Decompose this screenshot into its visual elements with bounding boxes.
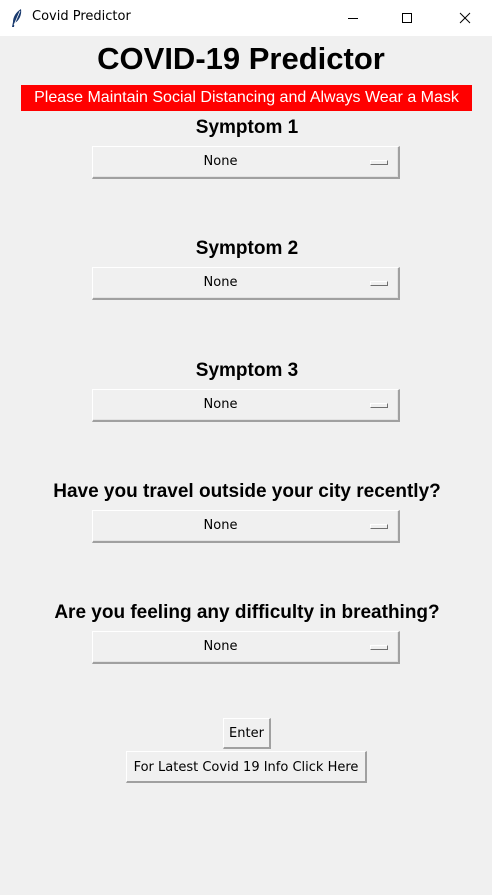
maximize-button[interactable] [384,0,430,36]
dropdown-indicator-icon [370,524,388,529]
dropdown-value: None [203,154,238,169]
close-icon [459,9,471,28]
symptom-2-dropdown[interactable]: None [92,267,400,300]
close-button[interactable] [442,0,488,36]
feather-icon [10,8,24,28]
enter-button[interactable]: Enter [223,718,271,749]
dropdown-value: None [203,275,238,290]
travel-dropdown[interactable]: None [92,510,400,543]
dropdown-indicator-icon [370,281,388,286]
dropdown-value: None [203,639,238,654]
page-title: COVID-19 Predictor [97,41,385,76]
maximize-icon [401,9,413,28]
dropdown-value: None [203,518,238,533]
window-title: Covid Predictor [32,9,131,24]
minimize-button[interactable] [330,0,376,36]
symptom-1-label: Symptom 1 [195,117,299,138]
dropdown-indicator-icon [370,645,388,650]
covid-info-button[interactable]: For Latest Covid 19 Info Click Here [126,751,367,783]
symptom-3-label: Symptom 3 [195,360,299,381]
minimize-icon [347,9,359,28]
breathing-dropdown[interactable]: None [92,631,400,664]
dropdown-indicator-icon [370,403,388,408]
dropdown-value: None [203,397,238,412]
symptom-2-label: Symptom 2 [195,238,299,259]
window-titlebar: Covid Predictor [0,0,492,36]
symptom-1-dropdown[interactable]: None [92,146,400,179]
symptom-3-dropdown[interactable]: None [92,389,400,422]
breathing-question-label: Are you feeling any difficulty in breath… [54,602,440,623]
travel-question-label: Have you travel outside your city recent… [53,481,441,502]
dropdown-indicator-icon [370,160,388,165]
warning-banner: Please Maintain Social Distancing and Al… [21,85,472,111]
